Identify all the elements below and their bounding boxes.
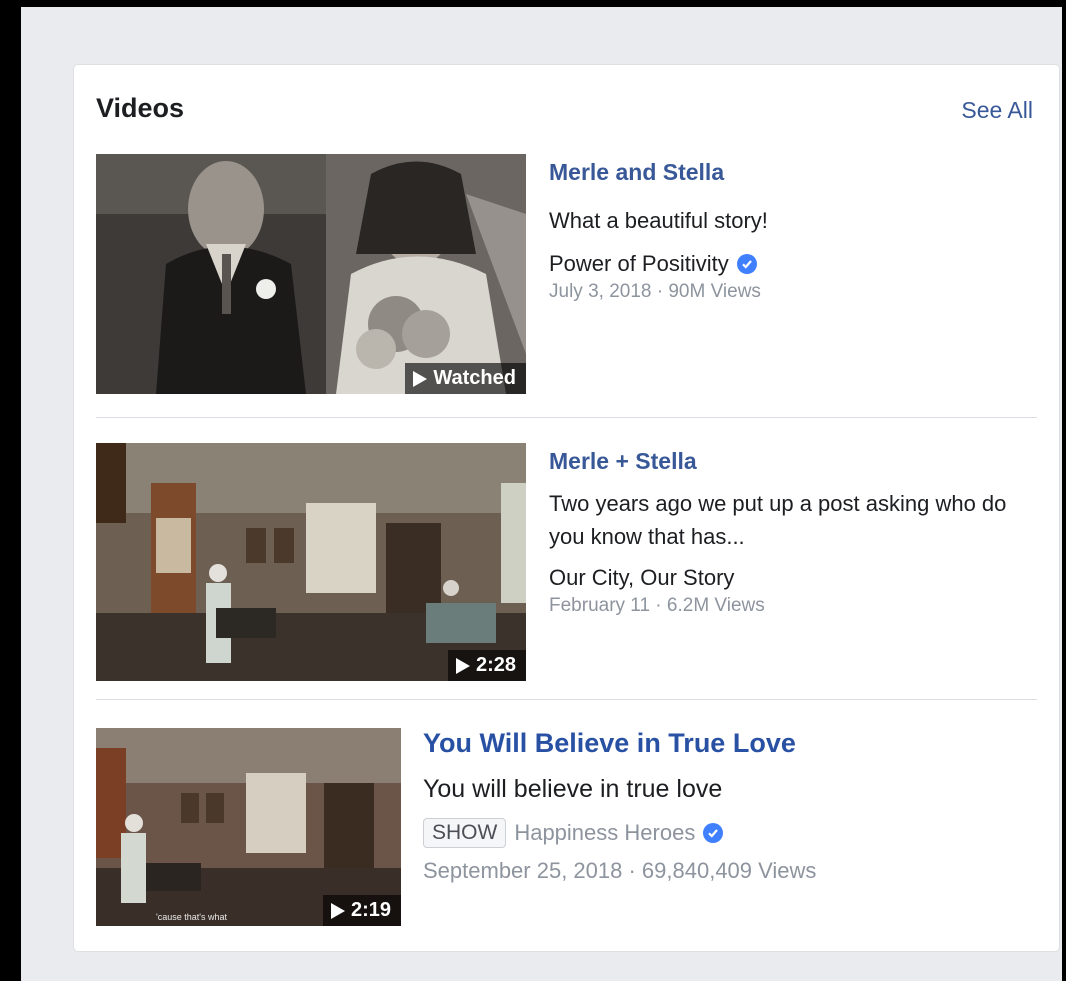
verified-badge-icon [703, 823, 724, 843]
svg-text:'cause that's what: 'cause that's what [156, 912, 227, 922]
video-meta: July 3, 2018 · 90M Views [549, 281, 761, 302]
verified-badge-icon [736, 254, 757, 274]
play-icon [330, 902, 345, 919]
video-description: What a beautiful story! [549, 208, 768, 233]
see-all-link[interactable]: See All [961, 97, 1033, 124]
video-info: Merle + Stella Two years ago we put up a… [549, 443, 1037, 617]
source-name[interactable]: Power of Positivity [549, 251, 729, 277]
play-icon [413, 370, 428, 387]
play-icon [455, 657, 470, 674]
video-info: Merle and Stella What a beautiful story!… [549, 154, 1037, 303]
video-thumbnail[interactable]: 2:28 [96, 443, 526, 681]
source-name[interactable]: Our City, Our Story [549, 565, 734, 591]
videos-card: Videos See All Watched Merle and Stella … [74, 65, 1059, 951]
duration-badge: 2:19 [322, 895, 401, 926]
section-title: Videos [96, 93, 185, 123]
video-info: You Will Believe in True Love You will b… [423, 728, 1037, 884]
badge-label: 2:28 [475, 654, 516, 676]
video-title-link[interactable]: Merle + Stella [549, 448, 1037, 475]
video-source[interactable]: Power of Positivity [549, 251, 1037, 277]
video-meta: September 25, 2018 · 69,840,409 Views [423, 858, 817, 883]
video-thumbnail[interactable]: 'cause that's what 2:19 [96, 728, 401, 926]
divider [96, 417, 1037, 418]
page-background: Videos See All Watched Merle and Stella … [21, 7, 1062, 981]
source-name[interactable]: Happiness Heroes [514, 820, 695, 846]
show-tag[interactable]: SHOW [423, 818, 507, 848]
video-item: 'cause that's what 2:19 You Will Believe… [96, 728, 1037, 938]
badge-label: 2:19 [350, 899, 391, 921]
video-source[interactable]: SHOW Happiness Heroes [423, 818, 1037, 848]
video-description: Two years ago we put up a post asking wh… [549, 491, 1007, 549]
video-item: 2:28 Merle + Stella Two years ago we put… [96, 443, 1037, 699]
video-description: You will believe in true love [423, 775, 723, 803]
duration-badge: 2:28 [447, 650, 526, 681]
divider [96, 699, 1037, 700]
video-meta: February 11 · 6.2M Views [549, 595, 765, 616]
video-title-link[interactable]: Merle and Stella [549, 159, 1037, 186]
watched-badge: Watched [405, 363, 526, 394]
video-source[interactable]: Our City, Our Story [549, 565, 1037, 591]
video-thumbnail[interactable]: Watched [96, 154, 526, 394]
video-item: Watched Merle and Stella What a beautifu… [96, 154, 1037, 417]
video-title-link[interactable]: You Will Believe in True Love [423, 728, 1037, 759]
badge-label: Watched [433, 367, 516, 389]
